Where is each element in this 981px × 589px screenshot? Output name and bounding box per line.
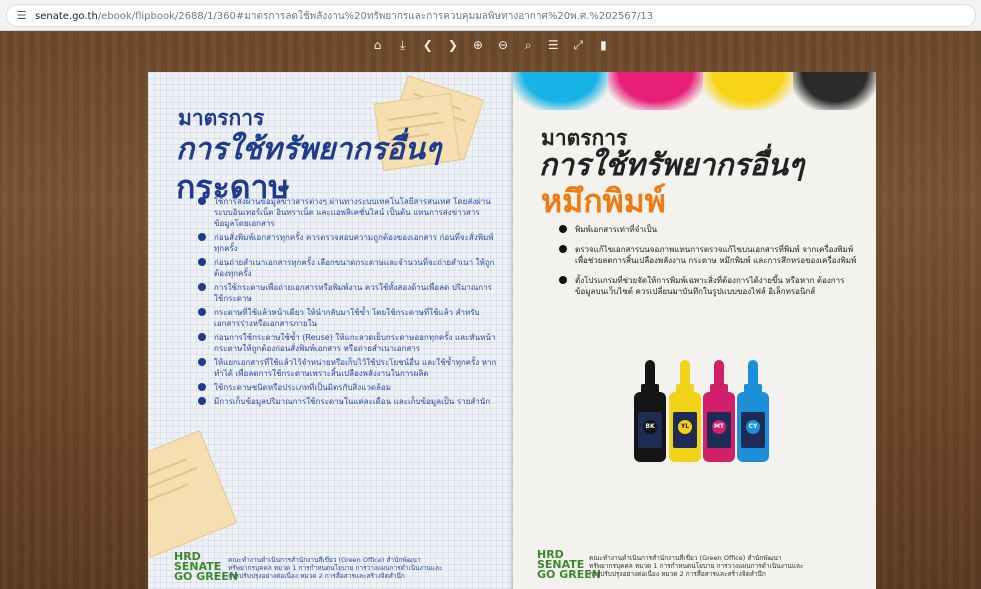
url-text: senate.go.th/ebook/flipbook/2688/1/360#ม… [35, 9, 653, 24]
bullet-icon [198, 233, 206, 241]
ink-bottle-magenta: MT [703, 360, 735, 464]
list-item: ใช้การส่งผ่านข้อมูลข่าวสารต่างๆ ผ่านทางร… [198, 196, 498, 229]
ink-code-label: CY [746, 420, 760, 434]
search-icon[interactable]: ⌕ [521, 38, 535, 52]
page-view-icon[interactable]: ▮ [596, 38, 610, 52]
url-path: /ebook/flipbook/2688/1/360#มาตรการลดใช้พ… [97, 11, 654, 22]
list-item: ตั้งโปรแกรมที่ช่วยจัดให้การพิมพ์เฉพาะสิ่… [559, 275, 859, 297]
list-item: ตรวจแก้ไขเอกสารบนจอภาพแทนการตรวจแก้ไขบนเ… [559, 244, 859, 266]
bullet-icon [198, 383, 206, 391]
list-item-text: ใช้กระดาษชนิดหรือประเภทที่เป็นมิตรกับสิ่… [214, 383, 392, 392]
list-item: ก่อนการใช้กระดาษใช้ซ้ำ (Reuse) ให้แกะลวด… [198, 332, 498, 354]
prev-page-icon[interactable]: ❮ [421, 38, 435, 52]
browser-address-bar: ☰ senate.go.th/ebook/flipbook/2688/1/360… [0, 0, 981, 31]
next-page-icon[interactable]: ❯ [446, 38, 460, 52]
list-item: ให้แยกเอกสารที่ใช้แล้วไว้จำหน่ายหรือเก็บ… [198, 357, 498, 379]
fullscreen-icon[interactable]: ⤢ [571, 38, 585, 52]
url-field[interactable]: ☰ senate.go.th/ebook/flipbook/2688/1/360… [6, 4, 976, 27]
ink-bottle-yellow: YL [669, 360, 701, 464]
left-footer-text: คณะทำงานดำเนินการสำนักงานสีเขียว (Green … [228, 556, 443, 580]
left-measures-list: ใช้การส่งผ่านข้อมูลข่าวสารต่างๆ ผ่านทางร… [198, 196, 498, 410]
yellow-ink-splash [703, 72, 793, 110]
list-item: มีการเก็บข้อมูลปริมาณการใช้กระดาษในแต่ละ… [198, 396, 498, 407]
bullet-icon [198, 197, 206, 205]
right-footer-text: คณะทำงานดำเนินการสำนักงานสีเขียว (Green … [589, 554, 804, 578]
list-item: กระดาษที่ใช้แล้วหน้าเดียว ให้นำกลับมาใช้… [198, 307, 498, 329]
list-item-text: พิมพ์เอกสารเท่าที่จำเป็น [575, 225, 658, 234]
bullet-icon [559, 276, 567, 284]
flipbook-left-page[interactable]: มาตรการ การใช้ทรัพยากรอื่นๆ กระดาษ ใช้กา… [148, 72, 513, 589]
bullet-icon [559, 225, 567, 233]
zoom-in-icon[interactable]: ⊕ [471, 38, 485, 52]
list-item: ก่อนสั่งพิมพ์เอกสารทุกครั้ง ควรตรวจสอบคว… [198, 232, 498, 254]
bullet-icon [559, 245, 567, 253]
ink-bottle-cyan: CY [737, 360, 769, 464]
magenta-ink-splash [608, 72, 703, 110]
list-item: ใช้กระดาษชนิดหรือประเภทที่เป็นมิตรกับสิ่… [198, 382, 498, 393]
list-item-text: ก่อนการใช้กระดาษใช้ซ้ำ (Reuse) ให้แกะลวด… [214, 333, 496, 353]
site-info-icon[interactable]: ☰ [15, 9, 28, 22]
flipbook-right-page[interactable]: มาตรการ การใช้ทรัพยากรอื่นๆ หมึกพิมพ์ พิ… [513, 72, 876, 589]
ink-code-label: YL [678, 420, 692, 434]
ink-bottle-black: BK [634, 360, 666, 464]
cyan-ink-splash [513, 72, 608, 110]
right-title-topic: หมึกพิมพ์ [541, 182, 666, 220]
bullet-icon [198, 358, 206, 366]
list-item-text: ใช้การส่งผ่านข้อมูลข่าวสารต่างๆ ผ่านทางร… [214, 197, 491, 228]
list-item-text: ก่อนถ่ายสำเนาเอกสารทุกครั้ง เลือกขนาดกระ… [214, 258, 495, 278]
list-item: การใช้กระดาษเพื่อถ่ายเอกสารหรือพิมพ์งาน … [198, 282, 498, 304]
bullet-icon [198, 258, 206, 266]
ink-code-label: MT [712, 420, 726, 434]
list-item: ก่อนถ่ายสำเนาเอกสารทุกครั้ง เลือกขนาดกระ… [198, 257, 498, 279]
zoom-out-icon[interactable]: ⊖ [496, 38, 510, 52]
download-icon[interactable]: ⤓ [396, 38, 410, 52]
flipbook-toolbar: ⌂ ⤓ ❮ ❯ ⊕ ⊖ ⌕ ☰ ⤢ ▮ [0, 34, 981, 58]
list-item: พิมพ์เอกสารเท่าที่จำเป็น [559, 224, 859, 235]
bullet-icon [198, 308, 206, 316]
bullet-icon [198, 333, 206, 341]
list-item-text: มีการเก็บข้อมูลปริมาณการใช้กระดาษในแต่ละ… [214, 397, 491, 406]
list-item-text: ตรวจแก้ไขเอกสารบนจอภาพแทนการตรวจแก้ไขบนเ… [575, 245, 857, 265]
home-icon[interactable]: ⌂ [371, 38, 385, 52]
ink-code-label: BK [643, 420, 657, 434]
bullet-icon [198, 283, 206, 291]
black-ink-splash [793, 72, 876, 110]
list-item-text: การใช้กระดาษเพื่อถ่ายเอกสารหรือพิมพ์งาน … [214, 283, 492, 303]
list-item-text: กระดาษที่ใช้แล้วหน้าเดียว ให้นำกลับมาใช้… [214, 308, 480, 328]
list-item-text: ให้แยกเอกสารที่ใช้แล้วไว้จำหน่ายหรือเก็บ… [214, 358, 497, 378]
bullet-icon [198, 397, 206, 405]
list-item-text: ก่อนสั่งพิมพ์เอกสารทุกครั้ง ควรตรวจสอบคว… [214, 233, 494, 253]
paper-stack-bottom-illustration [148, 430, 238, 558]
right-measures-list: พิมพ์เอกสารเท่าที่จำเป็น ตรวจแก้ไขเอกสาร… [559, 224, 859, 306]
table-of-contents-icon[interactable]: ☰ [546, 38, 560, 52]
url-host: senate.go.th [35, 11, 98, 22]
list-item-text: ตั้งโปรแกรมที่ช่วยจัดให้การพิมพ์เฉพาะสิ่… [575, 276, 845, 296]
